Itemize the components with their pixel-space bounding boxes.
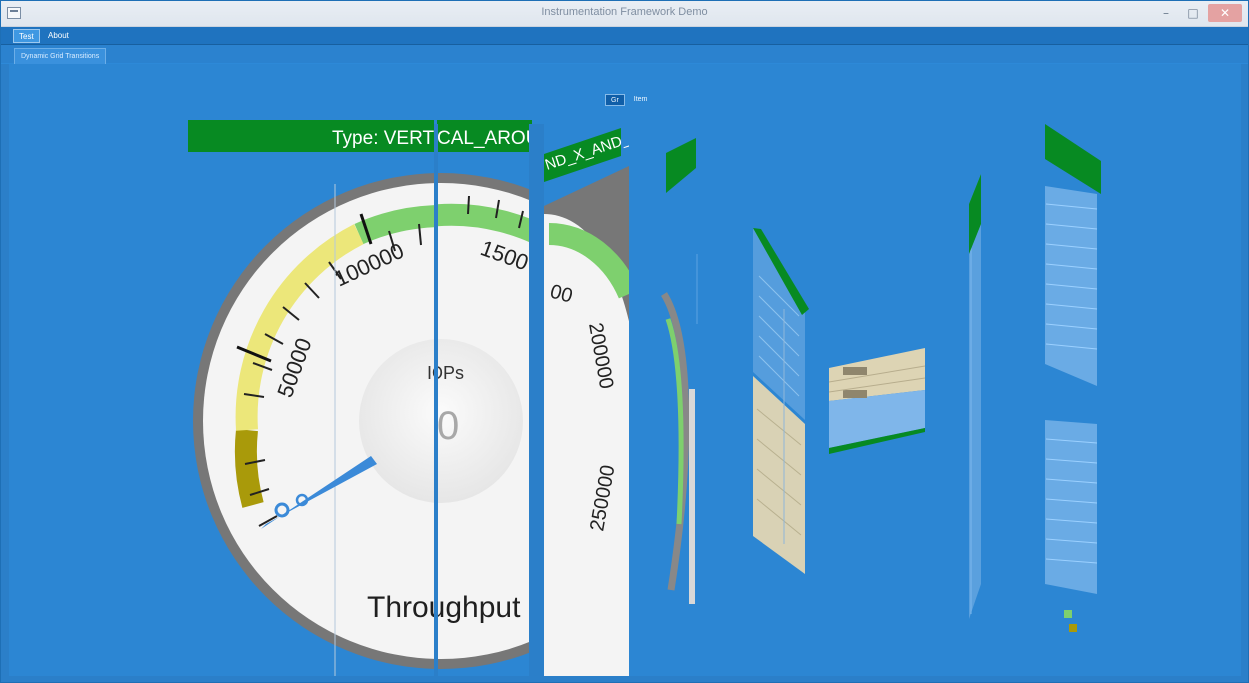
- title-bar: Instrumentation Framework Demo – □ ✕: [1, 1, 1248, 27]
- svg-text:0: 0: [437, 404, 459, 448]
- type-banner-text: Type: VERTI: [332, 128, 439, 149]
- right-panel: [1045, 124, 1101, 632]
- transition-scene: 50000 100000 Type: VERTI IOPs Throughput…: [188, 120, 1101, 676]
- tilted-panel-a: [753, 228, 809, 574]
- tab-dynamic-grid-transitions[interactable]: Dynamic Grid Transitions: [14, 48, 107, 64]
- maximize-button[interactable]: □: [1181, 4, 1205, 22]
- window-title: Instrumentation Framework Demo: [541, 6, 708, 18]
- close-button[interactable]: ✕: [1208, 4, 1242, 22]
- main-content: Gr Item 50000 100000 Type: VERTI OPs 150…: [9, 64, 1241, 676]
- gauge-fragment: [660, 138, 698, 604]
- tilted-panel-b: [828, 348, 926, 454]
- thin-panel: [969, 174, 981, 619]
- menu-about[interactable]: About: [43, 29, 74, 43]
- tab-strip: Dynamic Grid Transitions: [1, 45, 1248, 64]
- window-controls: – □ ✕: [1154, 4, 1242, 22]
- app-window: Instrumentation Framework Demo – □ ✕ Tes…: [0, 0, 1249, 683]
- minimize-button[interactable]: –: [1154, 4, 1178, 22]
- menu-bar: Test About: [1, 27, 1248, 45]
- gauge-slice-right: 00 200000 250000 ND_X_AND_: [544, 128, 629, 676]
- menu-test[interactable]: Test: [13, 29, 40, 43]
